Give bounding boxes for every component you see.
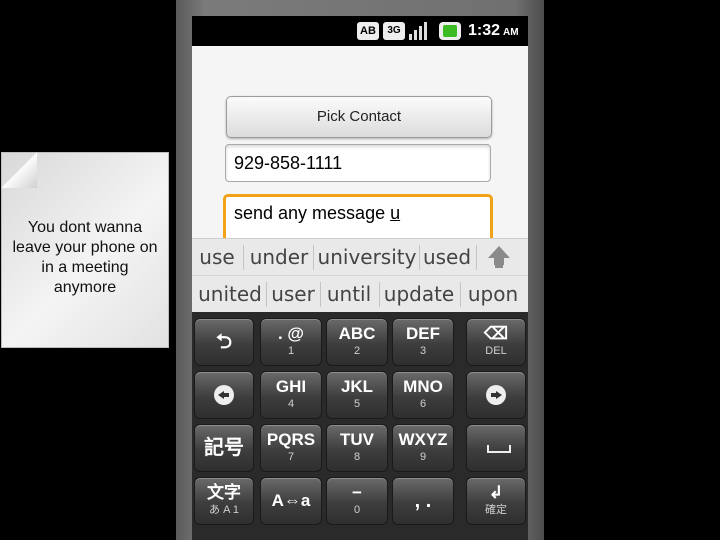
mode-key[interactable]: 文字あ A 1 <box>194 477 254 525</box>
suggestion-united[interactable]: united <box>196 276 264 313</box>
key-number: 6 <box>419 398 427 410</box>
space-icon <box>487 445 511 453</box>
phone-frame: AB 3G 1:32 AM Pick Contact 929-858-1111 s… <box>176 0 544 540</box>
message-text: send any message <box>234 203 391 223</box>
suggestion-bar-row1: use under university used <box>192 238 528 276</box>
pick-contact-button[interactable]: Pick Contact <box>226 96 492 138</box>
key-number: 2 <box>353 345 361 357</box>
key-label: WXYZ <box>398 430 448 449</box>
3g-icon: 3G <box>383 22 405 40</box>
suggestion-university[interactable]: university <box>316 239 418 276</box>
annotation-text: You dont wanna leave your phone on in a … <box>12 219 158 296</box>
composing-text: u <box>390 203 401 223</box>
suggestion-upon[interactable]: upon <box>462 276 524 313</box>
enter-icon: ↲ <box>488 483 504 502</box>
suggestion-used[interactable]: used <box>421 239 473 276</box>
key-number: 0 <box>353 504 361 516</box>
suggestion-under[interactable]: under <box>246 239 312 276</box>
suggestion-use[interactable]: use <box>192 239 242 276</box>
key-9[interactable]: WXYZ 9 <box>392 424 454 472</box>
phone-number-field[interactable]: 929-858-1111 <box>225 144 491 182</box>
key-label: TUV <box>340 430 374 449</box>
page-fold <box>1 152 37 188</box>
signal-icon <box>409 22 429 40</box>
suggestion-bar-row2: united user until update upon <box>192 275 528 313</box>
return-arrow-icon: ⮌ <box>215 331 233 353</box>
suggestion-until[interactable]: until <box>322 276 376 313</box>
delete-key[interactable]: ⌫ DEL <box>466 318 526 366</box>
symbol-key[interactable]: 記号 <box>194 424 254 472</box>
suggestion-update[interactable]: update <box>381 276 457 313</box>
mode-label: 文字 <box>207 483 241 502</box>
enter-label: 確定 <box>485 504 507 516</box>
right-key[interactable] <box>466 371 526 419</box>
key-number: 8 <box>353 451 361 463</box>
key-label: A⇔a <box>271 491 311 510</box>
punctuation-key[interactable]: , . <box>392 477 454 525</box>
key-label: ABC <box>338 324 376 343</box>
status-bar: AB 3G 1:32 AM <box>192 16 528 46</box>
battery-icon <box>439 22 461 40</box>
key-4[interactable]: GHI 4 <box>260 371 322 419</box>
symbol-label: 記号 <box>204 437 244 459</box>
left-key[interactable] <box>194 371 254 419</box>
annotation-note: You dont wanna leave your phone on in a … <box>1 152 169 348</box>
ab-indicator-icon: AB <box>357 22 379 40</box>
key-number: 1 <box>287 345 295 357</box>
key-label: PQRS <box>266 430 316 449</box>
key-number: 3 <box>419 345 427 357</box>
key-5[interactable]: JKL 5 <box>326 371 388 419</box>
backspace-icon: ⌫ <box>483 324 509 343</box>
key-label: MNO <box>403 377 443 396</box>
left-arrow-circle-icon <box>214 385 234 405</box>
key-label: . @ <box>277 324 305 343</box>
clock-ampm: AM <box>503 27 519 38</box>
key-label: JKL <box>340 377 374 396</box>
key-0[interactable]: −0 <box>326 477 388 525</box>
key-label: − <box>352 483 362 502</box>
key-7[interactable]: PQRS 7 <box>260 424 322 472</box>
mode-sub-label: あ A 1 <box>209 504 239 516</box>
delete-label: DEL <box>485 345 507 357</box>
key-number: 7 <box>287 451 295 463</box>
key-8[interactable]: TUV 8 <box>326 424 388 472</box>
key-label: , . <box>414 490 432 512</box>
space-key[interactable] <box>466 424 526 472</box>
phone-screen: AB 3G 1:32 AM Pick Contact 929-858-1111 s… <box>192 16 528 540</box>
key-label: GHI <box>275 377 307 396</box>
app-content: Pick Contact 929-858-1111 send any messa… <box>192 46 528 248</box>
back-key[interactable]: ⮌ <box>194 318 254 366</box>
key-label: DEF <box>406 324 440 343</box>
case-toggle-key[interactable]: A⇔a <box>260 477 322 525</box>
suggestion-user[interactable]: user <box>268 276 318 313</box>
enter-key[interactable]: ↲ 確定 <box>466 477 526 525</box>
keyboard: ⮌ . @1 ABC 2 DEF 3 ⌫ DEL GHI 4 JKL 5 MNO 6 記号 … <box>192 312 528 540</box>
clock-time: 1:32 <box>468 22 501 39</box>
key-3[interactable]: DEF 3 <box>392 318 454 366</box>
key-1[interactable]: . @ 1 <box>260 318 322 366</box>
right-arrow-circle-icon <box>486 385 506 405</box>
key-2[interactable]: ABC 2 <box>326 318 388 366</box>
expand-suggestions-icon[interactable] <box>488 246 510 270</box>
clock: 1:32 AM <box>468 22 519 42</box>
key-number: 4 <box>287 398 295 410</box>
key-number: 9 <box>419 451 427 463</box>
key-number: 5 <box>353 398 361 410</box>
key-6[interactable]: MNO 6 <box>392 371 454 419</box>
